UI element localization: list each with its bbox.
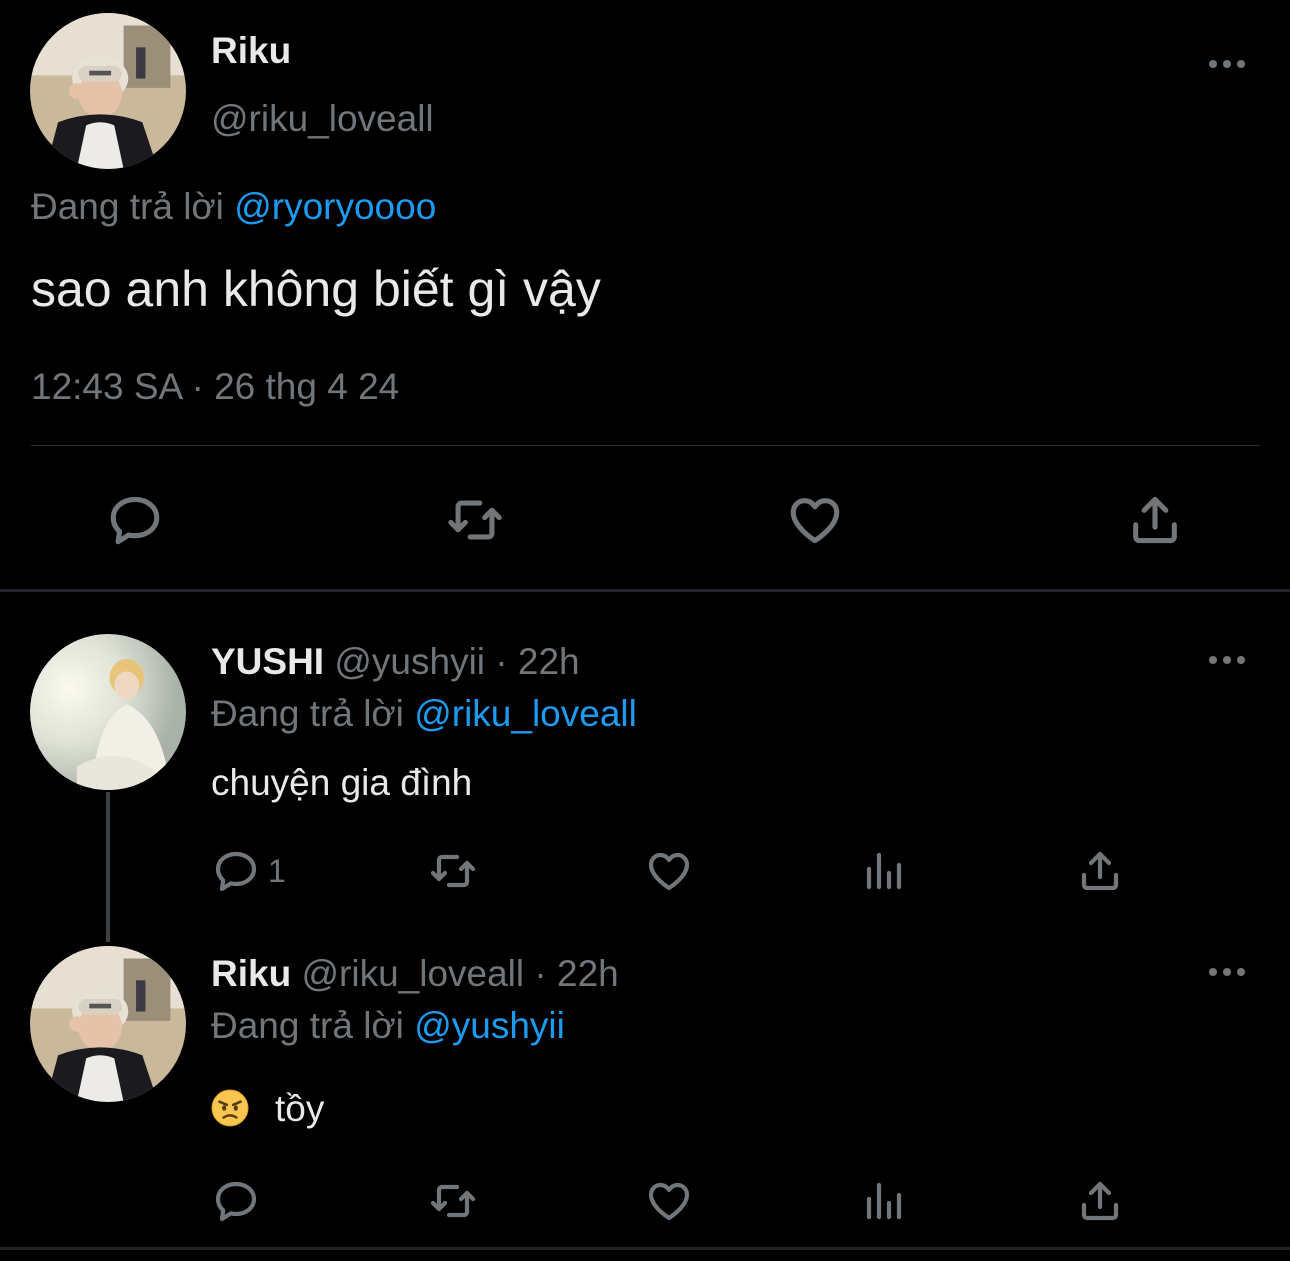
share-icon <box>1081 851 1119 891</box>
like-icon <box>790 498 840 544</box>
reply-2-author-name[interactable]: Riku <box>211 953 291 994</box>
share-icon <box>1081 1181 1119 1221</box>
main-author-name[interactable]: Riku <box>211 30 291 72</box>
reply-2-text-row: tồy <box>211 1088 324 1130</box>
like-icon <box>648 852 690 891</box>
reply-1-share-button[interactable] <box>1076 846 1124 896</box>
reply-1-age[interactable]: 22h <box>518 641 580 682</box>
views-chart-icon <box>866 1182 902 1220</box>
tweet-date: 26 thg 4 24 <box>214 366 400 407</box>
yushi-avatar[interactable] <box>30 634 186 790</box>
more-horizontal-icon <box>1209 968 1245 976</box>
reply-2-more-options-button[interactable] <box>1207 962 1247 982</box>
reply-1-text: chuyện gia đình <box>211 762 473 803</box>
share-icon <box>1133 496 1177 544</box>
main-tweet-text: sao anh không biết gì vậy <box>31 261 601 317</box>
riku-avatar-image <box>30 946 186 1102</box>
riku-avatar[interactable] <box>30 13 186 169</box>
thread-connector-line <box>106 792 110 942</box>
retweet-icon <box>430 854 476 888</box>
main-share-button[interactable] <box>1123 488 1187 552</box>
reply-2-text: tồy <box>275 1088 325 1129</box>
retweet-icon <box>430 1184 476 1218</box>
replying-prefix: Đang trả lời <box>211 693 404 734</box>
main-like-button[interactable] <box>783 488 847 552</box>
meta-separator: · <box>191 366 204 407</box>
reply-1-more-options-button[interactable] <box>1207 650 1247 670</box>
reply-2-age[interactable]: 22h <box>557 953 619 994</box>
reply-2-author-handle[interactable]: @riku_loveall <box>301 953 524 994</box>
reply-2-share-button[interactable] <box>1076 1176 1124 1226</box>
main-author-handle[interactable]: @riku_loveall <box>211 98 434 140</box>
reply-icon <box>215 1181 257 1222</box>
section-divider <box>0 589 1290 592</box>
reply-1-header: YUSHI @yushyii · 22h <box>211 641 580 683</box>
more-horizontal-icon <box>1209 656 1245 664</box>
reply-2-header: Riku @riku_loveall · 22h <box>211 953 619 995</box>
reply-1-reply-button[interactable]: 1 <box>212 846 286 896</box>
main-replying-to: Đang trả lời @ryoryoooo <box>31 186 436 228</box>
bottom-divider <box>0 1247 1290 1250</box>
reply-2-reply-button[interactable] <box>212 1176 260 1226</box>
riku-reply-avatar[interactable] <box>30 946 186 1102</box>
angry-face-emoji <box>211 1089 249 1127</box>
replying-to-mention[interactable]: @yushyii <box>414 1005 565 1046</box>
reply-1-replying-to: Đang trả lời @riku_loveall <box>211 693 637 735</box>
reply-1-author-name[interactable]: YUSHI <box>211 641 324 682</box>
reply-icon <box>215 851 257 892</box>
yushi-avatar-image <box>30 634 186 790</box>
reply-1-author-handle[interactable]: @yushyii <box>334 641 485 682</box>
reply-1-views-button[interactable] <box>861 846 909 896</box>
reply-2-separator: · <box>534 953 547 994</box>
replying-prefix: Đang trả lời <box>211 1005 404 1046</box>
reply-2-like-button[interactable] <box>645 1176 693 1226</box>
reply-icon <box>110 496 160 545</box>
main-retweet-button[interactable] <box>443 488 507 552</box>
reply-2-retweet-button[interactable] <box>429 1176 477 1226</box>
reply-1-reply-count: 1 <box>268 852 286 889</box>
retweet-icon <box>448 500 502 540</box>
reply-2-views-button[interactable] <box>861 1176 909 1226</box>
replying-prefix: Đang trả lời <box>31 186 224 227</box>
main-reply-button[interactable] <box>103 488 167 552</box>
reply-2-replying-to: Đang trả lời @yushyii <box>211 1005 565 1047</box>
reply-1-like-button[interactable] <box>645 846 693 896</box>
riku-avatar-image <box>30 13 186 169</box>
reply-1-retweet-button[interactable] <box>429 846 477 896</box>
main-divider <box>31 445 1260 446</box>
main-more-options-button[interactable] <box>1207 54 1247 74</box>
replying-to-mention[interactable]: @ryoryoooo <box>234 186 436 227</box>
tweet-thread-screen: Riku @riku_loveall Đang trả lời @ryoryoo… <box>0 0 1290 1261</box>
views-chart-icon <box>866 852 902 890</box>
main-tweet-timestamp[interactable]: 12:43 SA · 26 thg 4 24 <box>31 366 399 408</box>
tweet-time: 12:43 SA <box>31 366 182 407</box>
like-icon <box>648 1182 690 1221</box>
more-horizontal-icon <box>1209 60 1245 68</box>
reply-1-separator: · <box>495 641 508 682</box>
replying-to-mention[interactable]: @riku_loveall <box>414 693 637 734</box>
